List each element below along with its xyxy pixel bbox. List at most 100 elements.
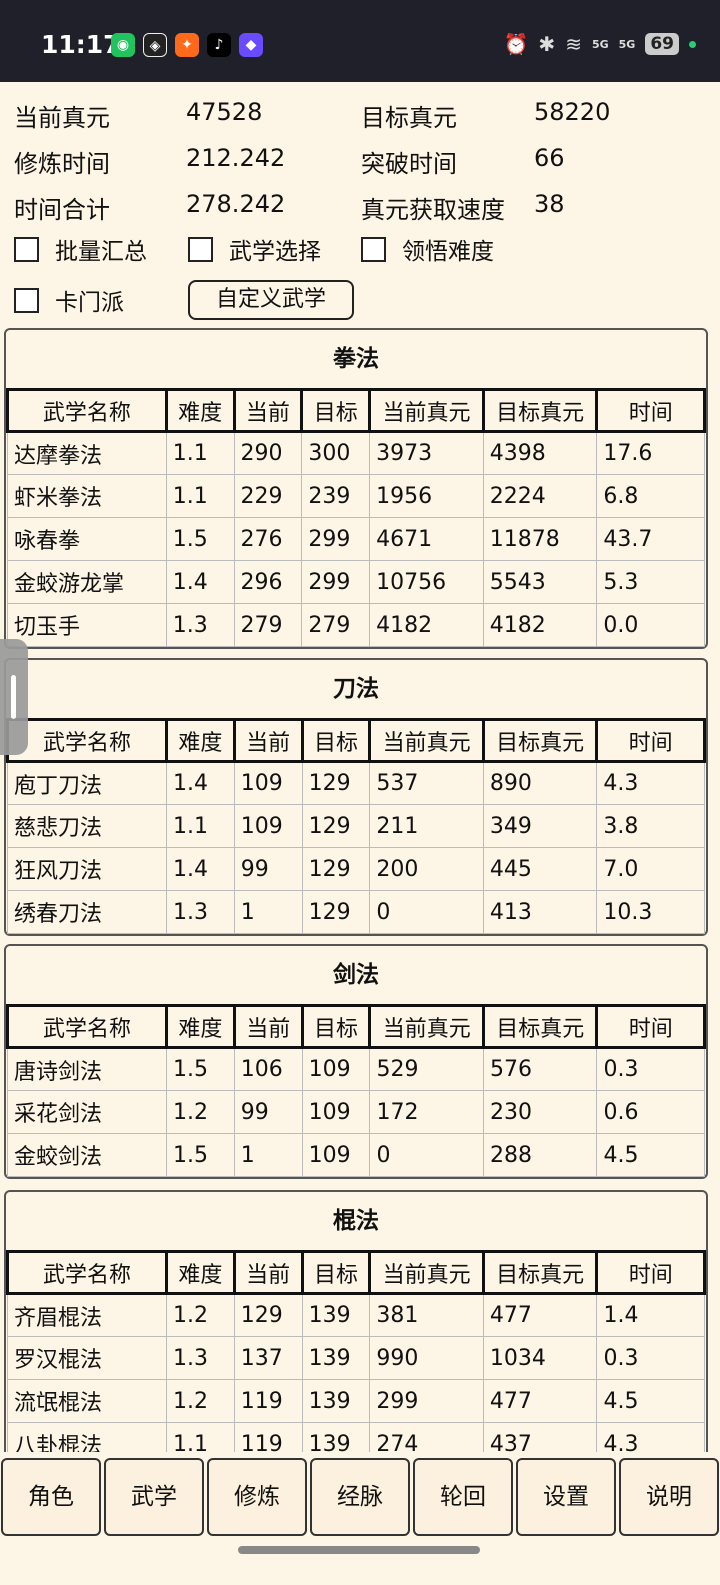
comprehend-difficulty-checkbox[interactable]: 领悟难度 [361,232,494,266]
column-header[interactable]: 目标 [300,388,372,433]
nav-martial[interactable]: 武学 [104,1458,204,1536]
table-cell: 7.0 [596,847,705,891]
table-cell: 0 [369,1133,484,1177]
total-time-value: 278.242 [186,190,286,218]
column-header[interactable]: 难度 [164,1004,236,1049]
column-header[interactable]: 当前真元 [368,388,485,433]
nav-settings[interactable]: 设置 [516,1458,616,1536]
app-icon: ✦ [175,33,199,57]
column-header[interactable]: 目标 [300,1004,372,1049]
table-row[interactable]: 绣春刀法 1.3 1 129 0 413 10.3 [7,890,705,934]
checkbox-box[interactable] [188,236,213,262]
column-header[interactable]: 当前 [232,1250,304,1295]
table-cell: 1.4 [165,847,235,891]
table-row[interactable]: 八卦棍法 1.1 119 139 274 437 4.3 [7,1422,705,1452]
table-cell: 4.3 [596,761,705,805]
column-header[interactable]: 当前真元 [368,1250,485,1295]
table-cell: 129 [301,804,371,848]
martial-select-checkbox[interactable]: 武学选择 [188,232,321,266]
column-header[interactable]: 时间 [595,1250,706,1295]
table-cell: 慈悲刀法 [7,804,167,848]
table-cell: 切玉手 [7,603,167,647]
table-row[interactable]: 达摩拳法 1.1 290 300 3973 4398 17.6 [7,431,705,475]
table-cell: 279 [301,603,371,647]
table-cell: 齐眉棍法 [7,1293,167,1337]
table-cell: 279 [233,603,303,647]
table-cell: 274 [369,1422,484,1452]
home-indicator[interactable] [238,1546,480,1554]
signal-icon: 5G [618,37,636,51]
wifi-icon: ≋ [565,32,582,56]
table-cell: 129 [301,761,371,805]
table-cell: 349 [482,804,598,848]
table-cell: 0.3 [596,1047,705,1091]
table-row[interactable]: 金蛟游龙掌 1.4 296 299 10756 5543 5.3 [7,560,705,604]
comprehend-difficulty-label: 领悟难度 [402,239,494,265]
main-content[interactable]: 当前真元 47528 目标真元 58220 修炼时间 212.242 突破时间 … [0,82,720,1452]
column-header[interactable]: 时间 [595,718,706,763]
table-cell: 413 [482,890,598,934]
column-header[interactable]: 武学名称 [6,718,168,763]
checkbox-box[interactable] [14,287,39,313]
table-row[interactable]: 罗汉棍法 1.3 137 139 990 1034 0.3 [7,1336,705,1380]
column-header[interactable]: 当前 [232,718,304,763]
column-header[interactable]: 目标真元 [481,718,599,763]
column-header[interactable]: 时间 [595,388,706,433]
column-header[interactable]: 武学名称 [6,1250,168,1295]
checkbox-box[interactable] [361,236,386,262]
column-header[interactable]: 当前真元 [368,1004,485,1049]
table-row[interactable]: 齐眉棍法 1.2 129 139 381 477 1.4 [7,1293,705,1337]
table-row[interactable]: 采花剑法 1.2 99 109 172 230 0.6 [7,1090,705,1134]
table-row[interactable]: 虾米拳法 1.1 229 239 1956 2224 6.8 [7,474,705,518]
column-header[interactable]: 目标 [300,1250,372,1295]
column-header[interactable]: 难度 [164,718,236,763]
checkbox-box[interactable] [14,236,39,262]
nav-reincarnation[interactable]: 轮回 [413,1458,513,1536]
column-header[interactable]: 目标 [300,718,372,763]
column-header[interactable]: 当前 [232,1004,304,1049]
side-drag-handle[interactable] [0,639,28,755]
table-cell: 230 [482,1090,598,1134]
status-bar: 11:17 ◉ ◈ ✦ ♪ ◆ ⏰ ✱ ≋ 5G 5G 69 [0,0,720,82]
nav-meridian[interactable]: 经脉 [310,1458,410,1536]
nav-help[interactable]: 说明 [619,1458,719,1536]
nav-training[interactable]: 修炼 [207,1458,307,1536]
table-row[interactable]: 庖丁刀法 1.4 109 129 537 890 4.3 [7,761,705,805]
table-row[interactable]: 切玉手 1.3 279 279 4182 4182 0.0 [7,603,705,647]
column-header[interactable]: 目标真元 [481,1004,599,1049]
table-cell: 296 [233,560,303,604]
alarm-icon: ⏰ [503,32,529,56]
table-row[interactable]: 慈悲刀法 1.1 109 129 211 349 3.8 [7,804,705,848]
column-header[interactable]: 目标真元 [481,388,599,433]
column-header[interactable]: 当前真元 [368,718,485,763]
column-header[interactable]: 目标真元 [481,1250,599,1295]
column-header[interactable]: 难度 [164,388,236,433]
table-cell: 3973 [369,431,484,475]
table-cell: 0.6 [596,1090,705,1134]
nav-character[interactable]: 角色 [1,1458,101,1536]
table-row[interactable]: 咏春拳 1.5 276 299 4671 11878 43.7 [7,517,705,561]
bluetooth-icon: ✱ [538,32,556,56]
table-row[interactable]: 唐诗剑法 1.5 106 109 529 576 0.3 [7,1047,705,1091]
table-cell: 达摩拳法 [7,431,167,475]
table-header-row: 武学名称 难度 当前 目标 当前真元 目标真元 时间 [6,388,706,433]
table-header-row: 武学名称 难度 当前 目标 当前真元 目标真元 时间 [6,718,706,763]
table-cell: 1.1 [165,804,235,848]
column-header[interactable]: 当前 [232,388,304,433]
column-header[interactable]: 武学名称 [6,388,168,433]
stuck-sect-checkbox[interactable]: 卡门派 [14,283,124,317]
stuck-sect-label: 卡门派 [55,290,124,316]
table-row[interactable]: 金蛟剑法 1.5 1 109 0 288 4.5 [7,1133,705,1177]
batch-summary-checkbox[interactable]: 批量汇总 [14,232,147,266]
column-header[interactable]: 难度 [164,1250,236,1295]
tiktok-icon: ♪ [207,33,231,57]
custom-martial-button[interactable]: 自定义武学 [188,280,354,320]
table-row[interactable]: 流氓棍法 1.2 119 139 299 477 4.5 [7,1379,705,1423]
batch-summary-label: 批量汇总 [55,239,147,265]
table-cell: 172 [369,1090,484,1134]
martial-section: 棍法 武学名称 难度 当前 目标 当前真元 目标真元 时间 齐眉棍法 1.2 129 139 381 47… [4,1190,708,1452]
column-header[interactable]: 武学名称 [6,1004,168,1049]
column-header[interactable]: 时间 [595,1004,706,1049]
table-row[interactable]: 狂风刀法 1.4 99 129 200 445 7.0 [7,847,705,891]
table-cell: 狂风刀法 [7,847,167,891]
